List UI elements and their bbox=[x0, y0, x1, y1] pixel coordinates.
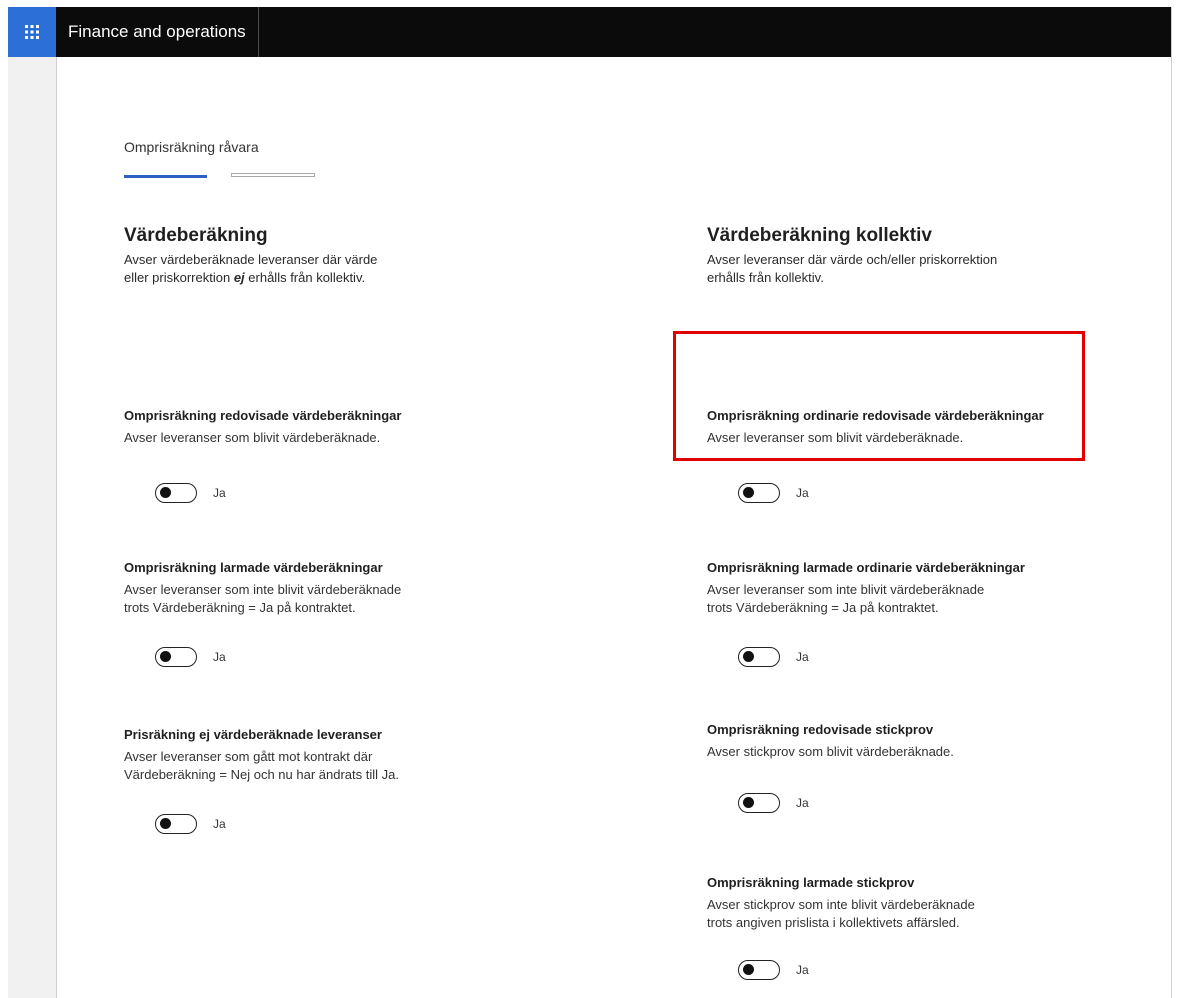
setting-title: Omprisräkning ordinarie redovisade värde… bbox=[707, 408, 1044, 423]
setting-title: Omprisräkning larmade stickprov bbox=[707, 875, 915, 890]
progress-step-1-active bbox=[124, 175, 207, 178]
setting-larmade-stickprov: Omprisräkning larmade stickprov Avser st… bbox=[707, 875, 975, 980]
setting-title: Omprisräkning larmade värdeberäkningar bbox=[124, 560, 383, 575]
toggle-label: Ja bbox=[796, 963, 809, 977]
section-description-line: Avser värdeberäknade leveranser där värd… bbox=[124, 252, 378, 267]
setting-title: Prisräkning ej värdeberäknade leveranser bbox=[124, 727, 382, 742]
section-heading: Värdeberäkning bbox=[124, 225, 268, 246]
waffle-grid-icon bbox=[25, 25, 39, 39]
setting-title: Omprisräkning redovisade värdeberäkninga… bbox=[124, 408, 402, 423]
setting-title: Omprisräkning redovisade stickprov bbox=[707, 722, 934, 737]
toggle-switch[interactable] bbox=[738, 960, 780, 980]
main-content: Omprisräkning råvara Värdeberäkning Avse… bbox=[57, 57, 1171, 998]
toggle-knob bbox=[160, 651, 171, 662]
page-tab-label: Omprisräkning råvara bbox=[124, 139, 259, 155]
section-description: Avser leveranser där värde och/eller pri… bbox=[707, 252, 998, 285]
toggle-switch[interactable] bbox=[155, 647, 197, 667]
top-bar: Finance and operations bbox=[8, 7, 1171, 57]
setting-ordinarie-redovisade-vardeberakningar: Omprisräkning ordinarie redovisade värde… bbox=[707, 408, 1044, 503]
toggle-row: Ja bbox=[738, 793, 809, 813]
section-heading: Värdeberäkning kollektiv bbox=[707, 225, 932, 246]
setting-description: Avser leveranser som blivit värdeberäkna… bbox=[707, 430, 964, 445]
setting-description: Avser leveranser som gått mot kontrakt d… bbox=[124, 749, 399, 782]
section-vardeberakning-kollektiv: Värdeberäkning kollektiv Avser leveranse… bbox=[707, 225, 1177, 980]
toggle-label: Ja bbox=[213, 817, 226, 831]
toggle-knob bbox=[160, 487, 171, 498]
toggle-row: Ja bbox=[155, 814, 226, 834]
app-launcher-button[interactable] bbox=[8, 7, 56, 57]
toggle-knob bbox=[160, 818, 171, 829]
toggle-knob bbox=[743, 651, 754, 662]
toggle-knob bbox=[743, 487, 754, 498]
toggle-label: Ja bbox=[796, 486, 809, 500]
toggle-knob bbox=[743, 964, 754, 975]
emphasis-text: ej bbox=[233, 270, 245, 285]
setting-redovisade-stickprov: Omprisräkning redovisade stickprov Avser… bbox=[707, 722, 954, 813]
setting-ej-vardeberaknade-leveranser: Prisräkning ej värdeberäknade leveranser… bbox=[124, 727, 399, 834]
setting-title: Omprisräkning larmade ordinarie värdeber… bbox=[707, 560, 1025, 575]
toggle-row: Ja bbox=[155, 483, 226, 503]
toggle-label: Ja bbox=[213, 486, 226, 500]
toggle-switch[interactable] bbox=[738, 793, 780, 813]
toggle-switch[interactable] bbox=[155, 814, 197, 834]
toggle-row: Ja bbox=[738, 647, 809, 667]
setting-description: Avser leveranser som blivit värdeberäkna… bbox=[124, 430, 381, 445]
setting-description: Avser stickprov som inte blivit värdeber… bbox=[707, 897, 975, 930]
toggle-switch[interactable] bbox=[738, 483, 780, 503]
setting-description: Avser leveranser som inte blivit värdebe… bbox=[707, 582, 985, 615]
toggle-row: Ja bbox=[738, 960, 809, 980]
toggle-knob bbox=[743, 797, 754, 808]
setting-larmade-ordinarie-vardeberakningar: Omprisräkning larmade ordinarie värdeber… bbox=[707, 560, 1025, 667]
setting-description: Avser leveranser som inte blivit värdebe… bbox=[124, 582, 402, 615]
toggle-label: Ja bbox=[796, 796, 809, 810]
setting-description: Avser stickprov som blivit värdeberäknad… bbox=[707, 744, 954, 759]
toggle-row: Ja bbox=[738, 483, 809, 503]
toggle-row: Ja bbox=[155, 647, 226, 667]
section-description: Avser värdeberäknade leveranser där värd… bbox=[124, 251, 584, 287]
left-navigation-rail bbox=[8, 57, 57, 998]
setting-redovisade-vardeberakningar: Omprisräkning redovisade värdeberäkninga… bbox=[124, 408, 402, 503]
toggle-switch[interactable] bbox=[738, 647, 780, 667]
setting-larmade-vardeberakningar: Omprisräkning larmade värdeberäkningar A… bbox=[124, 560, 402, 667]
app-window: Finance and operations Omprisräkning råv… bbox=[8, 7, 1172, 998]
app-title[interactable]: Finance and operations bbox=[56, 7, 259, 57]
toggle-label: Ja bbox=[213, 650, 226, 664]
progress-step-2 bbox=[231, 173, 315, 177]
section-vardeberakning: Värdeberäkning Avser värdeberäknade leve… bbox=[124, 225, 584, 834]
toggle-switch[interactable] bbox=[155, 483, 197, 503]
toggle-label: Ja bbox=[796, 650, 809, 664]
section-description-line: eller priskorrektion ej erhålls från kol… bbox=[124, 270, 366, 285]
